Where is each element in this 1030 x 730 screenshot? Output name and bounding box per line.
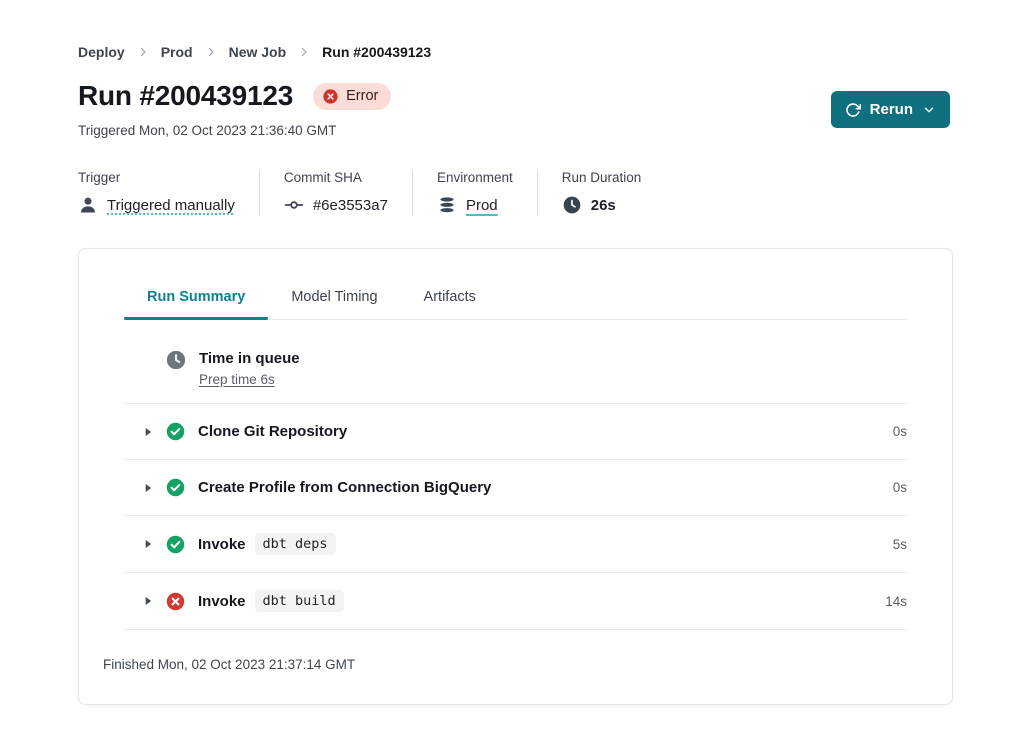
meta-commit-value: #6e3553a7 bbox=[313, 197, 388, 214]
step-duration: 14s bbox=[885, 594, 907, 609]
step-duration: 0s bbox=[893, 480, 907, 495]
command-chip: dbt deps bbox=[255, 533, 336, 555]
step-label: Create Profile from Connection BigQuery bbox=[198, 479, 491, 496]
step-label: Invoke bbox=[198, 593, 246, 610]
success-check-icon bbox=[165, 421, 186, 442]
step-row-dbt-deps: Invoke dbt deps 5s bbox=[124, 516, 907, 573]
expand-caret-icon[interactable] bbox=[141, 425, 155, 439]
clock-icon bbox=[165, 349, 187, 371]
meta-environment-label: Environment bbox=[437, 170, 513, 185]
rotate-cw-icon bbox=[845, 102, 861, 118]
meta-duration-value: 26s bbox=[591, 197, 616, 214]
meta-environment-value[interactable]: Prod bbox=[466, 197, 498, 214]
prep-time-link[interactable]: Prep time 6s bbox=[199, 372, 275, 387]
meta-trigger: Trigger Triggered manually bbox=[78, 170, 235, 216]
run-summary-card: Run Summary Model Timing Artifacts Time … bbox=[78, 248, 953, 705]
title-row: Run #200439123 Error bbox=[78, 80, 391, 112]
step-duration: 0s bbox=[893, 424, 907, 439]
chevron-right-icon bbox=[205, 46, 217, 58]
chevron-right-icon bbox=[298, 46, 310, 58]
meta-trigger-label: Trigger bbox=[78, 170, 235, 185]
chevron-right-icon bbox=[137, 46, 149, 58]
meta-commit: Commit SHA #6e3553a7 bbox=[284, 170, 388, 216]
step-label: Invoke bbox=[198, 536, 246, 553]
error-circle-icon bbox=[322, 88, 339, 105]
rerun-button-label: Rerun bbox=[870, 101, 913, 118]
queue-row: Time in queue Prep time 6s bbox=[124, 320, 907, 404]
meta-duration-label: Run Duration bbox=[562, 170, 642, 185]
run-metadata: Trigger Triggered manually Commit SHA #6… bbox=[78, 170, 641, 216]
expand-caret-icon[interactable] bbox=[141, 594, 155, 608]
step-row-clone-git: Clone Git Repository 0s bbox=[124, 404, 907, 460]
breadcrumb-new-job[interactable]: New Job bbox=[229, 44, 287, 60]
person-icon bbox=[78, 195, 98, 215]
tab-artifacts[interactable]: Artifacts bbox=[401, 289, 499, 319]
breadcrumb-deploy[interactable]: Deploy bbox=[78, 44, 125, 60]
status-badge: Error bbox=[313, 83, 391, 110]
queue-title: Time in queue bbox=[199, 349, 300, 368]
git-commit-icon bbox=[284, 195, 304, 215]
database-icon bbox=[437, 195, 457, 215]
success-check-icon bbox=[165, 477, 186, 498]
breadcrumb: Deploy Prod New Job Run #200439123 bbox=[78, 44, 431, 60]
rerun-button[interactable]: Rerun bbox=[831, 91, 950, 128]
divider bbox=[537, 170, 538, 216]
breadcrumb-prod[interactable]: Prod bbox=[161, 44, 193, 60]
step-row-create-profile: Create Profile from Connection BigQuery … bbox=[124, 460, 907, 516]
breadcrumb-current: Run #200439123 bbox=[322, 44, 431, 60]
chevron-down-icon bbox=[922, 103, 936, 117]
clock-icon bbox=[562, 195, 582, 215]
command-chip: dbt build bbox=[255, 590, 344, 612]
expand-caret-icon[interactable] bbox=[141, 537, 155, 551]
meta-commit-label: Commit SHA bbox=[284, 170, 388, 185]
expand-caret-icon[interactable] bbox=[141, 481, 155, 495]
page-title: Run #200439123 bbox=[78, 80, 293, 112]
meta-trigger-value[interactable]: Triggered manually bbox=[107, 197, 235, 214]
step-label: Clone Git Repository bbox=[198, 423, 347, 440]
step-row-dbt-build: Invoke dbt build 14s bbox=[124, 573, 907, 630]
error-circle-icon bbox=[165, 591, 186, 612]
meta-duration: Run Duration 26s bbox=[562, 170, 642, 216]
step-duration: 5s bbox=[893, 537, 907, 552]
run-detail-page: Deploy Prod New Job Run #200439123 Run #… bbox=[0, 0, 1030, 730]
meta-environment: Environment Prod bbox=[437, 170, 513, 216]
tab-model-timing[interactable]: Model Timing bbox=[268, 289, 400, 319]
tab-bar: Run Summary Model Timing Artifacts bbox=[124, 249, 907, 320]
divider bbox=[412, 170, 413, 216]
status-badge-label: Error bbox=[346, 88, 378, 104]
finished-timestamp: Finished Mon, 02 Oct 2023 21:37:14 GMT bbox=[79, 630, 952, 699]
divider bbox=[259, 170, 260, 216]
tab-run-summary[interactable]: Run Summary bbox=[124, 289, 268, 319]
success-check-icon bbox=[165, 534, 186, 555]
triggered-timestamp: Triggered Mon, 02 Oct 2023 21:36:40 GMT bbox=[78, 123, 336, 138]
